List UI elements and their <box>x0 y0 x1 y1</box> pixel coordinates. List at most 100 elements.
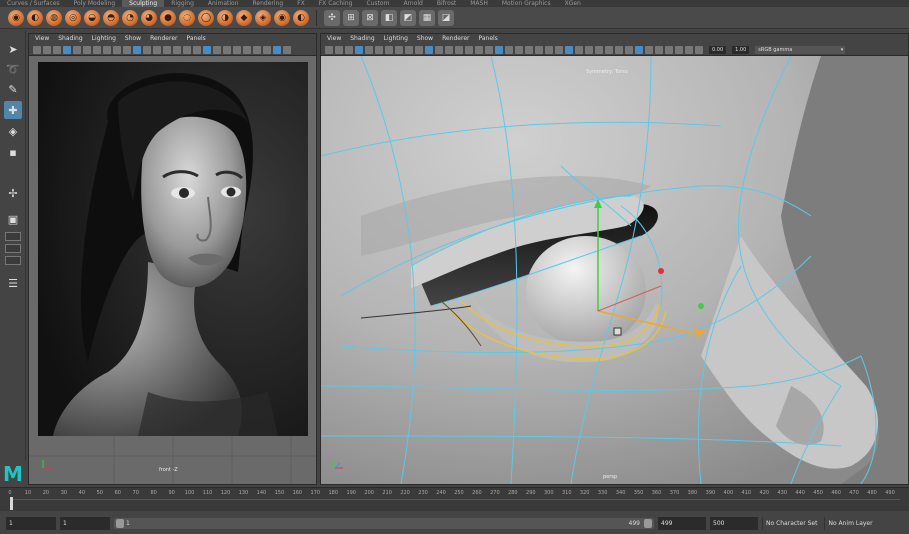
shelf-tab[interactable]: Rigging <box>164 0 201 7</box>
panel-toolbar-icon[interactable] <box>223 45 231 54</box>
panel-toolbar-icon[interactable] <box>375 45 383 54</box>
sculpt-tool-icon[interactable]: ◕ <box>141 9 157 26</box>
panel-toolbar-icon[interactable] <box>113 45 121 54</box>
menu-view[interactable]: View <box>35 34 49 44</box>
shelf-tab[interactable]: Curves / Surfaces <box>0 0 67 7</box>
panel-toolbar-icon[interactable] <box>605 45 613 54</box>
menu-renderer[interactable]: Renderer <box>442 34 469 44</box>
panel-toolbar-icon[interactable] <box>635 45 643 54</box>
menu-shading[interactable]: Shading <box>350 34 374 44</box>
shelf-tab[interactable]: FX <box>290 0 312 7</box>
panel-toolbar-icon[interactable] <box>515 45 523 54</box>
panel-toolbar-icon[interactable] <box>33 45 41 54</box>
sculpt-tool-icon[interactable]: ◑ <box>217 9 233 26</box>
playhead[interactable] <box>10 497 13 510</box>
move-tool-icon[interactable]: ✚ <box>4 101 22 119</box>
layout-two-icon[interactable] <box>5 244 21 253</box>
panel-toolbar-icon[interactable] <box>685 45 693 54</box>
panel-toolbar-icon[interactable] <box>43 45 51 54</box>
panel-toolbar-icon[interactable] <box>163 45 171 54</box>
sculpt-tool-icon[interactable]: ◎ <box>65 9 81 26</box>
lasso-tool-icon[interactable]: ➰ <box>4 60 22 78</box>
sculpt-tool-icon[interactable]: ● <box>160 9 176 26</box>
sculpt-tool-icon[interactable]: ◉ <box>8 9 24 26</box>
front-viewport[interactable]: front -Z <box>29 56 316 484</box>
panel-toolbar-icon[interactable] <box>595 45 603 54</box>
panel-toolbar-icon[interactable] <box>213 45 221 54</box>
panel-toolbar-icon[interactable] <box>665 45 673 54</box>
shelf-tab[interactable]: Bifrost <box>430 0 463 7</box>
menu-panels[interactable]: Panels <box>478 34 497 44</box>
menu-lighting[interactable]: Lighting <box>384 34 408 44</box>
panel-toolbar-icon[interactable] <box>485 45 493 54</box>
panel-toolbar-icon[interactable] <box>263 45 271 54</box>
panel-toolbar-icon[interactable] <box>173 45 181 54</box>
range-slider[interactable]: 1 499 <box>114 517 654 529</box>
shelf-tool-icon[interactable]: ◧ <box>381 9 397 26</box>
panel-toolbar-icon[interactable] <box>535 45 543 54</box>
panel-toolbar-icon[interactable] <box>365 45 373 54</box>
panel-toolbar-icon[interactable] <box>445 45 453 54</box>
anim-layer-select[interactable]: No Anim Layer <box>824 516 875 530</box>
shelf-tab[interactable]: XGen <box>558 0 588 7</box>
sculpt-tool-icon[interactable]: ◉ <box>274 9 290 26</box>
panel-toolbar-icon[interactable] <box>355 45 363 54</box>
shelf-tab[interactable]: Custom <box>359 0 396 7</box>
shelf-tab[interactable]: Sculpting <box>122 0 165 7</box>
panel-toolbar-icon[interactable] <box>655 45 663 54</box>
single-view-icon[interactable]: ▣ <box>4 210 22 228</box>
panel-toolbar-icon[interactable] <box>283 45 291 54</box>
panel-toolbar-icon[interactable] <box>325 45 333 54</box>
panel-toolbar-icon[interactable] <box>695 45 703 54</box>
playback-start-field[interactable]: 1 <box>60 516 110 530</box>
sculpt-tool-icon[interactable]: ◒ <box>84 9 100 26</box>
select-tool-icon[interactable]: ➤ <box>4 40 22 58</box>
shelf-tab[interactable]: Motion Graphics <box>495 0 558 7</box>
panel-toolbar-icon[interactable] <box>565 45 573 54</box>
sculpt-tool-icon[interactable]: ◐ <box>27 9 43 26</box>
shelf-tab[interactable]: Arnold <box>396 0 429 7</box>
panel-toolbar-icon[interactable] <box>645 45 653 54</box>
panel-toolbar-icon[interactable] <box>83 45 91 54</box>
menu-view[interactable]: View <box>327 34 341 44</box>
panel-toolbar-icon[interactable] <box>525 45 533 54</box>
shelf-tool-icon[interactable]: ⊠ <box>362 9 378 26</box>
sculpt-tool-icon[interactable]: ◯ <box>198 9 214 26</box>
shelf-tool-icon[interactable]: ◩ <box>400 9 416 26</box>
range-start-handle[interactable] <box>116 518 124 528</box>
exposure-field[interactable]: 0.00 <box>709 45 727 54</box>
panel-toolbar-icon[interactable] <box>435 45 443 54</box>
color-space-select[interactable]: sRGB gamma ▾ <box>755 45 846 54</box>
shelf-tool-icon[interactable]: ◪ <box>438 9 454 26</box>
menu-panels[interactable]: Panels <box>186 34 205 44</box>
animation-start-field[interactable]: 1 <box>6 516 56 530</box>
panel-toolbar-icon[interactable] <box>615 45 623 54</box>
menu-lighting[interactable]: Lighting <box>92 34 116 44</box>
panel-toolbar-icon[interactable] <box>625 45 633 54</box>
panel-toolbar-icon[interactable] <box>395 45 403 54</box>
paint-select-icon[interactable]: ✎ <box>4 80 22 98</box>
panel-toolbar-icon[interactable] <box>63 45 71 54</box>
sculpt-tool-icon[interactable]: ◆ <box>236 9 252 26</box>
shelf-tab[interactable]: Animation <box>201 0 246 7</box>
panel-toolbar-icon[interactable] <box>575 45 583 54</box>
sculpt-tool-icon[interactable]: ◈ <box>255 9 271 26</box>
gamma-field[interactable]: 1.00 <box>732 45 750 54</box>
panel-toolbar-icon[interactable] <box>585 45 593 54</box>
sculpt-tool-icon[interactable]: ◓ <box>103 9 119 26</box>
shelf-tab[interactable]: MASH <box>463 0 495 7</box>
outliner-icon[interactable]: ☰ <box>4 274 22 292</box>
panel-toolbar-icon[interactable] <box>385 45 393 54</box>
shelf-tab[interactable]: FX Caching <box>312 0 360 7</box>
panel-toolbar-icon[interactable] <box>475 45 483 54</box>
last-tool-icon[interactable]: ✢ <box>4 184 22 202</box>
panel-toolbar-icon[interactable] <box>555 45 563 54</box>
panel-toolbar-icon[interactable] <box>455 45 463 54</box>
panel-toolbar-icon[interactable] <box>505 45 513 54</box>
shelf-tab[interactable]: Poly Modeling <box>67 0 123 7</box>
animation-end-field[interactable]: 500 <box>710 516 758 530</box>
menu-show[interactable]: Show <box>125 34 141 44</box>
sculpt-tool-icon[interactable]: ◌ <box>179 9 195 26</box>
panel-toolbar-icon[interactable] <box>425 45 433 54</box>
menu-show[interactable]: Show <box>417 34 433 44</box>
